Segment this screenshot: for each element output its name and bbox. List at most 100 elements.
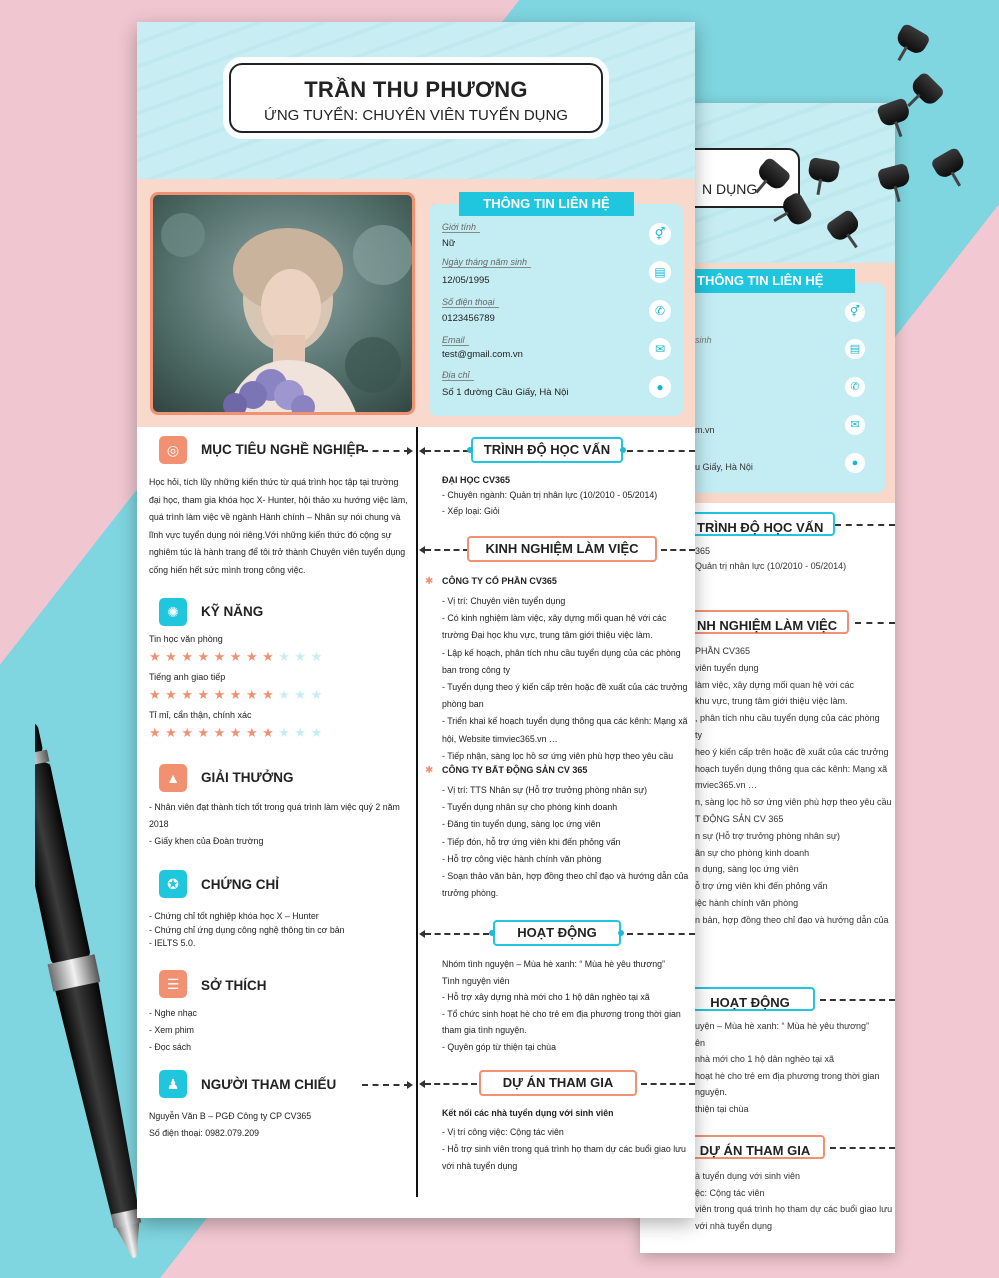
education-title: TRÌNH ĐỘ HỌC VẤN <box>471 437 623 463</box>
star-icon: ★ <box>229 725 246 740</box>
back-text-line: khu vực, trung tâm giới thiệu việc làm. <box>695 696 848 707</box>
arrow-icon <box>407 447 413 455</box>
text-line: trưởng phòng. <box>442 888 499 899</box>
hobbies-title: SỞ THÍCH <box>201 978 267 993</box>
back-position-fragment: N DỤNG <box>702 181 758 197</box>
profile-photo <box>150 192 415 415</box>
text-line: - Tiếp nhận, sàng lọc hồ sơ ứng viên phù… <box>442 750 674 761</box>
star-icon: ★ <box>278 725 295 740</box>
bullet-dot <box>618 930 624 936</box>
text-line: - Vị trí: Chuyên viên tuyển dụng <box>442 596 566 606</box>
star-icon: ★ <box>310 725 327 740</box>
skills-title: KỸ NĂNG <box>201 604 264 619</box>
skill-name: Tỉ mỉ, cẩn thận, chính xác <box>149 710 252 720</box>
address-value: Số 1 đường Cầu Giấy, Hà Nội <box>442 387 569 398</box>
star-icon: ★ <box>213 725 230 740</box>
text-line: - Triển khai kế hoạch tuyển dụng thông q… <box>442 716 688 727</box>
star-icon: ★ <box>310 649 327 664</box>
birthday-label: Ngày tháng năm sinh <box>442 257 532 268</box>
location-icon: ● <box>845 453 865 473</box>
star-icon: ★ <box>181 649 198 664</box>
phone-label: Số điện thoại <box>442 297 499 308</box>
back-text-line: 365 <box>695 546 711 556</box>
back-text-line: T ĐỘNG SẢN CV 365 <box>695 814 784 824</box>
star-icon: ★ <box>278 649 295 664</box>
gender-label: Giới tính <box>442 222 480 233</box>
star-icon: ★ <box>197 725 214 740</box>
back-fragment: sinh <box>695 335 712 345</box>
text-line: - Tiếp đón, hỗ trợ ứng viên khi đến phỏn… <box>442 836 621 847</box>
back-text-line: heo ý kiến cấp trên hoặc đề xuất của các… <box>695 746 889 757</box>
skill-name: Tiếng anh giao tiếp <box>149 672 226 682</box>
text-line: - Quyên góp từ thiện tại chùa <box>442 1042 556 1052</box>
star-icon: ★ <box>197 687 214 702</box>
bullet-dot <box>467 447 473 453</box>
back-text-line: nhà mới cho 1 hộ dân nghèo tại xã <box>695 1054 834 1064</box>
star-icon: ★ <box>197 649 214 664</box>
back-text-line: ty <box>695 730 703 740</box>
back-text-line: à tuyển dụng với sinh viên <box>695 1171 800 1181</box>
experience-title: KINH NGHIỆM LÀM VIỆC <box>467 536 657 562</box>
text-line: - Có kinh nghiệm làm việc, xây dựng mối … <box>442 613 667 624</box>
address-label: Địa chỉ <box>442 370 474 381</box>
back-education-title: TRÌNH ĐỘ HỌC VẤN <box>685 512 836 536</box>
back-text-line: uyện – Mùa hè xanh: “ Mùa hè yêu thương” <box>695 1021 870 1031</box>
star-icon: ★ <box>149 725 166 740</box>
location-icon: ● <box>649 376 671 398</box>
gender-value: Nữ <box>442 238 456 249</box>
star-icon: ★ <box>262 687 279 702</box>
candidate-name: TRẦN THU PHƯƠNG <box>304 77 528 102</box>
divider <box>835 524 895 526</box>
back-projects-title: DỰ ÁN THAM GIA <box>685 1135 825 1159</box>
certificate-badge-icon: ✪ <box>159 870 187 898</box>
back-text-line: hoạt hè cho trẻ em địa phương trong thời… <box>695 1070 880 1081</box>
list-icon: ☰ <box>159 970 187 998</box>
back-text-line: Quản trị nhân lực (10/2010 - 05/2014) <box>695 561 847 571</box>
contact-panel <box>429 204 683 416</box>
text-line: - Đăng tin tuyển dụng, sàng lọc ứng viên <box>442 819 601 830</box>
skill-rating-stars: ★★★★★★★★★★★ <box>149 649 327 665</box>
gender-icon: ⚥ <box>649 223 671 245</box>
birthday-cake-icon: ▤ <box>649 261 671 283</box>
back-text-line: n, sàng lọc hồ sơ ứng viên phù hợp theo … <box>695 797 892 808</box>
text-line: - Nghe nhạc <box>149 1008 197 1018</box>
divider <box>362 450 410 452</box>
activities-title: HOẠT ĐỘNG <box>493 920 621 946</box>
awards-title: GIẢI THƯỞNG <box>201 770 294 785</box>
star-icon: ★ <box>165 725 182 740</box>
text-line: đại học, tham gia khóa học X- Hunter, hộ… <box>149 494 408 505</box>
text-line: - IELTS 5.0. <box>149 938 196 948</box>
text-line: - Xem phim <box>149 1025 194 1035</box>
back-activities-title: HOẠT ĐỘNG <box>685 987 815 1011</box>
text-line: trường Đại học khu vực, trung tâm giới t… <box>442 630 653 641</box>
back-contact-title: THÔNG TIN LIÊN HỆ <box>685 269 855 293</box>
contact-title: THÔNG TIN LIÊN HỆ <box>459 192 634 216</box>
company-name: CÔNG TY CỔ PHẦN CV365 <box>442 576 557 586</box>
back-text-line: mviec365.vn … <box>695 780 758 791</box>
text-line: nghiêm túc là hành trang để tôi trở thàn… <box>149 547 406 557</box>
star-icon: ★ <box>149 687 166 702</box>
text-line: Tình nguyện viên <box>442 975 510 986</box>
back-text-line: với nhà tuyển dụng <box>695 1220 772 1231</box>
back-text-line: thiện tại chùa <box>695 1103 749 1114</box>
birthday-value: 12/05/1995 <box>442 275 490 286</box>
back-text-line: iệc hành chính văn phòng <box>695 898 799 908</box>
company-name: CÔNG TY BẤT ĐỘNG SẢN CV 365 <box>442 765 588 775</box>
divider <box>425 450 469 452</box>
star-icon: ★ <box>181 725 198 740</box>
star-icon: ★ <box>245 725 263 740</box>
email-label: Email <box>442 335 469 346</box>
star-icon: ★ <box>165 687 182 702</box>
lightbulb-icon: ✺ <box>159 598 187 626</box>
text-line: - Soạn thảo văn bản, hợp đồng theo chỉ đ… <box>442 871 689 881</box>
school-name: ĐẠI HỌC CV365 <box>442 475 511 485</box>
star-icon: ★ <box>294 649 311 664</box>
timeline-line <box>416 427 418 1197</box>
email-icon: ✉ <box>649 338 671 360</box>
text-line: - Chuyên ngành: Quản trị nhân lực (10/20… <box>442 490 658 500</box>
text-line: - Tuyển dụng nhân sự cho phòng kinh doan… <box>442 802 618 813</box>
back-text-line: n dụng, sàng lọc ứng viên <box>695 864 799 875</box>
bullet-dot <box>489 930 495 936</box>
divider <box>830 1147 895 1149</box>
back-text-line: ân sự cho phòng kinh doanh <box>695 847 810 858</box>
